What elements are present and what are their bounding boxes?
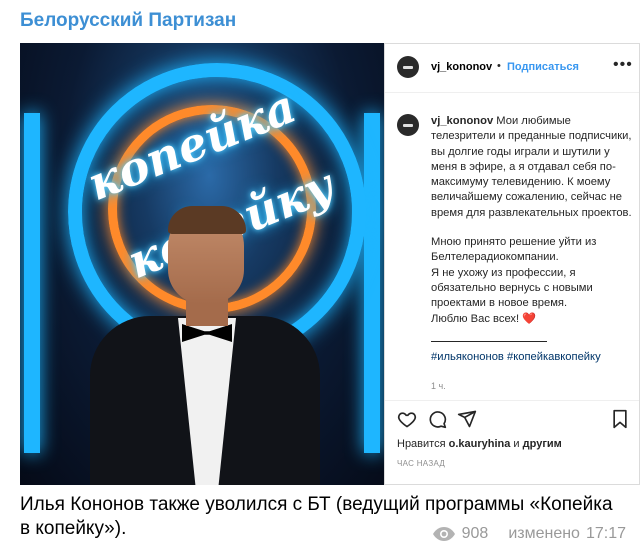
neon-bar-left: [24, 113, 40, 453]
message-meta: 908 изменено 17:17: [432, 525, 626, 543]
heart-icon[interactable]: [397, 409, 417, 429]
edited-label: изменено: [508, 525, 580, 542]
comment-icon[interactable]: [427, 409, 447, 429]
post-caption: vj_kononov Мои любимые телезрители и пре…: [431, 114, 637, 365]
instagram-header: vj_kononov • Подписаться •••: [385, 44, 639, 93]
share-icon[interactable]: [457, 409, 477, 429]
post-media[interactable]: копейка в копейку vj_kononov • Подписать…: [20, 43, 640, 485]
channel-title[interactable]: Белорусский Партизан: [20, 10, 236, 32]
post-photo[interactable]: копейка в копейку: [20, 43, 384, 485]
person-in-tuxedo: [90, 206, 320, 485]
caption-avatar[interactable]: [397, 114, 419, 136]
hair: [168, 206, 246, 234]
likes-others[interactable]: другим: [523, 438, 562, 450]
likes-user[interactable]: o.kauryhina: [449, 438, 511, 450]
separator-dot: •: [497, 60, 501, 72]
caption-username[interactable]: vj_kononov: [431, 115, 493, 127]
caption-paragraph-1: Мои любимые телезрители и преданные подп…: [431, 115, 632, 219]
hashtags[interactable]: #ильякононов #копейкавкопейку: [431, 350, 637, 365]
post-actions: Нравится o.kauryhina и другим ЧАС НАЗАД: [385, 400, 639, 487]
caption-paragraph-3: Я не ухожу из профессии, я обязательно в…: [431, 266, 593, 310]
caption-divider: [431, 340, 547, 342]
post-time: ЧАС НАЗАД: [397, 459, 446, 468]
caption-paragraph-4: Люблю Вас всех! ❤️: [431, 312, 537, 325]
caption-time: 1 ч.: [431, 381, 446, 391]
eye-icon: [432, 527, 455, 541]
neon-bar-right: [364, 113, 380, 453]
bookmark-icon[interactable]: [611, 409, 629, 429]
view-count: 908: [461, 525, 489, 542]
message-time: 17:17: [585, 525, 626, 542]
instagram-panel: vj_kononov • Подписаться ••• vj_kononov …: [384, 43, 640, 485]
follow-button[interactable]: Подписаться: [507, 61, 579, 73]
likes-line: Нравится o.kauryhina и другим: [397, 438, 562, 450]
more-options-icon[interactable]: •••: [613, 56, 633, 74]
likes-suffix: и: [513, 438, 520, 450]
avatar[interactable]: [397, 56, 419, 78]
header-username[interactable]: vj_kononov: [431, 61, 492, 73]
caption-paragraph-2: Мною принято решение уйти из Белтелеради…: [431, 236, 597, 264]
likes-prefix: Нравится: [397, 438, 446, 450]
